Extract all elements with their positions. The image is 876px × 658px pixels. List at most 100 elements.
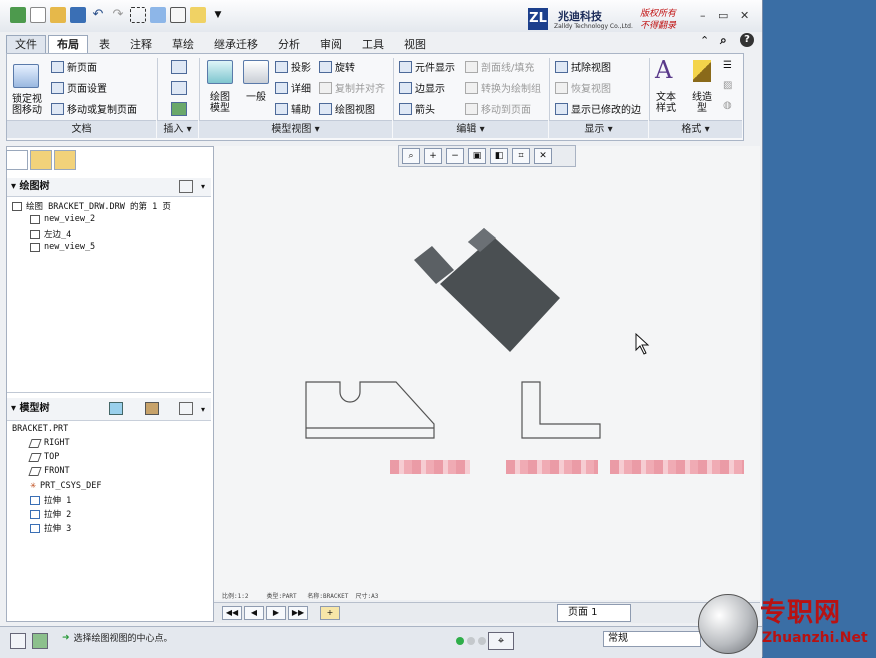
tree-settings-icon[interactable] — [179, 402, 193, 415]
text-style-icon[interactable]: A — [655, 56, 672, 84]
tree-item[interactable]: 拉伸 3 — [30, 522, 71, 534]
insert-note-icon[interactable] — [171, 81, 187, 95]
tree-item[interactable]: 绘图 BRACKET_DRW.DRW 的第 1 页 — [12, 200, 171, 212]
drawing-view-button[interactable]: 绘图视图 — [319, 101, 375, 116]
tree-item[interactable]: RIGHT — [28, 438, 70, 448]
section-fill-button[interactable]: 剖面线/填充 — [465, 59, 534, 74]
projection-button[interactable]: 投影 — [275, 59, 311, 74]
tree-item[interactable]: 拉伸 1 — [30, 494, 71, 506]
tree-item[interactable]: new_view_2 — [30, 214, 95, 224]
format-clear-icon[interactable]: ◍ — [723, 100, 732, 111]
regenerate-icon[interactable] — [150, 7, 166, 23]
copy-align-button[interactable]: 复制并对齐 — [319, 80, 385, 95]
page-tab-1[interactable]: 页面 1 — [557, 604, 631, 622]
model-tree-tab-icon[interactable] — [6, 150, 28, 170]
datum-display-icon[interactable]: ⌗ — [512, 148, 530, 164]
help-icon[interactable]: ? — [740, 33, 754, 47]
new-file-icon[interactable] — [30, 7, 46, 23]
close-window-icon[interactable] — [190, 7, 206, 23]
shaded-3d-view[interactable] — [414, 228, 560, 352]
browser-toggle-icon[interactable] — [32, 633, 48, 649]
group-format[interactable]: 格式 ▾ — [649, 120, 742, 138]
tab-layout[interactable]: 布局 — [48, 35, 88, 54]
tree-item[interactable]: 左边_4 — [30, 228, 71, 240]
move-copy-page-button[interactable]: 移动或复制页面 — [51, 101, 137, 116]
tools-icon[interactable] — [145, 402, 159, 415]
convert-draft-group-button[interactable]: 转换为绘制组 — [465, 80, 541, 95]
tab-annotate[interactable]: 注释 — [121, 35, 161, 54]
insert-image-icon[interactable] — [171, 102, 187, 116]
restore-button[interactable]: ▭ — [718, 9, 728, 22]
tab-tools[interactable]: 工具 — [353, 35, 393, 54]
group-insert[interactable]: 插入 ▾ — [157, 120, 198, 138]
tab-view[interactable]: 视图 — [395, 35, 435, 54]
text-style-button[interactable]: 文本 样式 — [651, 92, 681, 114]
tab-table[interactable]: 表 — [90, 35, 119, 54]
selection-filter-dropdown[interactable]: 常规 — [603, 631, 701, 647]
select-box-icon[interactable] — [130, 7, 146, 23]
find-icon[interactable]: ⌖ — [488, 632, 514, 650]
tree-settings-icon[interactable] — [179, 180, 193, 193]
new-page-tab-icon[interactable]: + — [320, 606, 340, 620]
navigator-toggle-icon[interactable] — [10, 633, 26, 649]
group-edit[interactable]: 编辑 ▾ — [393, 120, 548, 138]
new-page-button[interactable]: 新页面 — [51, 59, 97, 74]
model-tree-header[interactable]: ▾ 模型树 ▾ — [7, 398, 211, 421]
prev-page-icon[interactable]: ◀ — [244, 606, 264, 620]
next-page-icon[interactable]: ▶ — [266, 606, 286, 620]
lock-view-move-icon[interactable] — [13, 64, 39, 88]
general-view-button[interactable]: 一般 — [239, 92, 273, 103]
drawing-model-icon[interactable] — [207, 60, 233, 84]
format-option-icon[interactable]: ☰ — [723, 60, 732, 71]
redo-icon[interactable]: ↷ — [110, 7, 126, 23]
tree-dropdown-icon[interactable]: ▾ — [201, 399, 205, 421]
windows-icon[interactable] — [170, 7, 186, 23]
first-page-icon[interactable]: ◀◀ — [222, 606, 242, 620]
pane-divider[interactable] — [7, 392, 211, 393]
tab-sketch[interactable]: 草绘 — [163, 35, 203, 54]
tab-review[interactable]: 审阅 — [311, 35, 351, 54]
display-style-icon[interactable]: ◧ — [490, 148, 508, 164]
folder-browser-tab-icon[interactable] — [30, 150, 52, 170]
save-icon[interactable] — [70, 7, 86, 23]
left-view[interactable] — [521, 381, 601, 439]
refit-icon[interactable]: ⌕ — [402, 148, 420, 164]
insert-chart-icon[interactable] — [171, 60, 187, 74]
show-modified-edges-button[interactable]: 显示已修改的边 — [555, 101, 641, 116]
tree-item[interactable]: BRACKET.PRT — [12, 424, 68, 434]
front-view[interactable] — [305, 381, 435, 439]
undo-icon[interactable]: ↶ — [90, 7, 106, 23]
edge-display-button[interactable]: 边显示 — [399, 80, 445, 95]
group-display[interactable]: 显示 ▾ — [549, 120, 648, 138]
revolve-button[interactable]: 旋转 — [319, 59, 355, 74]
graphics-area[interactable] — [214, 146, 760, 600]
search-icon[interactable]: ⌕ — [720, 33, 727, 48]
detail-button[interactable]: 详细 — [275, 80, 311, 95]
format-hatch-icon[interactable]: ▨ — [723, 80, 732, 91]
auxiliary-button[interactable]: 辅助 — [275, 101, 311, 116]
restore-view-button[interactable]: 恢复视图 — [555, 80, 611, 95]
customize-toolbar-icon[interactable]: ▼ — [210, 7, 226, 23]
repaint-icon[interactable]: ▣ — [468, 148, 486, 164]
component-display-button[interactable]: 元件显示 — [399, 59, 455, 74]
tree-item[interactable]: new_view_5 — [30, 242, 95, 252]
tree-item[interactable]: FRONT — [28, 466, 70, 476]
zoom-in-icon[interactable]: + — [424, 148, 442, 164]
minimize-button[interactable]: – — [700, 9, 706, 22]
favorites-tab-icon[interactable] — [54, 150, 76, 170]
zoom-out-icon[interactable]: − — [446, 148, 464, 164]
erase-view-button[interactable]: 拭除视图 — [555, 59, 611, 74]
general-view-icon[interactable] — [243, 60, 269, 84]
tab-analysis[interactable]: 分析 — [269, 35, 309, 54]
tree-dropdown-icon[interactable]: ▾ — [201, 178, 205, 196]
lock-view-move-button[interactable]: 锁定视 图移动 — [9, 94, 45, 116]
annotation-display-icon[interactable]: ✕ — [534, 148, 552, 164]
tree-item[interactable]: 拉伸 2 — [30, 508, 71, 520]
drawing-model-button[interactable]: 绘图 模型 — [203, 92, 237, 114]
tree-item[interactable]: TOP — [28, 452, 59, 462]
app-icon[interactable] — [10, 7, 26, 23]
line-style-button[interactable]: 线造 型 — [687, 92, 717, 114]
group-model-views[interactable]: 模型视图 ▾ — [199, 120, 392, 138]
last-page-icon[interactable]: ▶▶ — [288, 606, 308, 620]
model-display-icon[interactable] — [109, 402, 123, 415]
